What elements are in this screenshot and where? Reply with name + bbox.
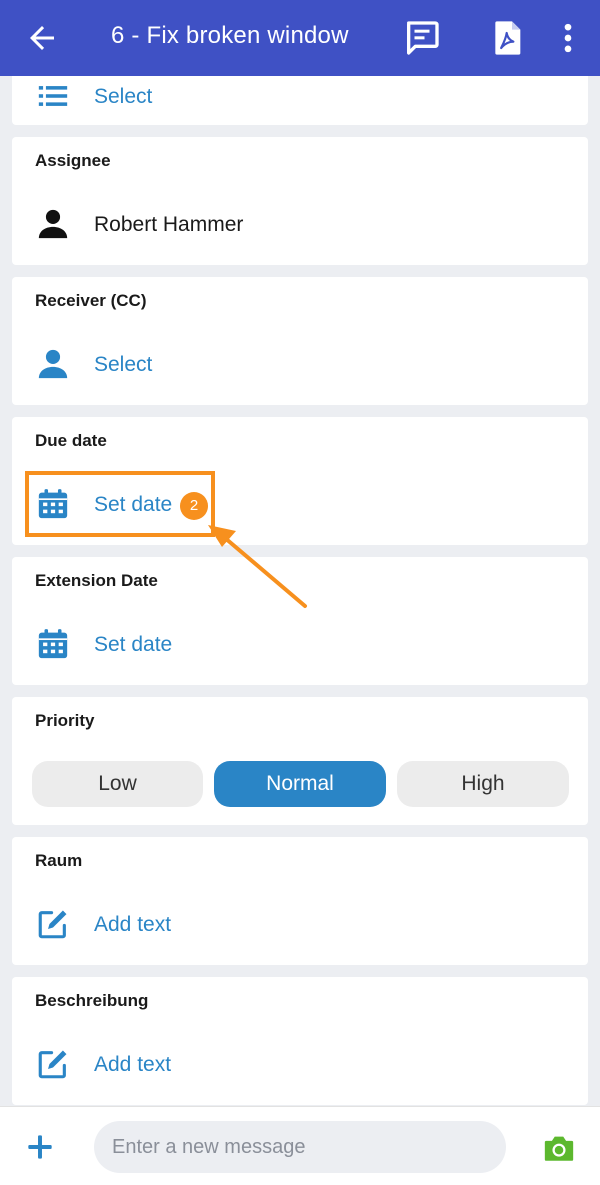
person-icon <box>38 349 68 379</box>
add-icon[interactable] <box>26 1133 54 1161</box>
camera-icon[interactable] <box>542 1131 576 1165</box>
list-icon <box>38 86 68 106</box>
priority-high-button[interactable]: High <box>397 761 569 807</box>
assignee-name[interactable]: Robert Hammer <box>94 213 243 237</box>
raum-card: Raum Add text <box>12 837 588 965</box>
extension-date-set-link[interactable]: Set date <box>94 633 172 657</box>
assignee-card: Assignee Robert Hammer <box>12 137 588 265</box>
receiver-select-link[interactable]: Select <box>94 353 152 377</box>
due-date-label: Due date <box>35 431 107 450</box>
back-arrow-icon[interactable] <box>24 20 60 56</box>
priority-normal-button[interactable]: Normal <box>214 761 386 807</box>
message-composer <box>0 1106 600 1185</box>
category-card: Select <box>12 76 588 125</box>
beschreibung-label: Beschreibung <box>35 991 149 1010</box>
chat-icon[interactable] <box>402 18 442 58</box>
beschreibung-card: Beschreibung Add text <box>12 977 588 1105</box>
beschreibung-add-text-link[interactable]: Add text <box>94 1053 171 1077</box>
raum-add-text-link[interactable]: Add text <box>94 913 171 937</box>
extension-date-label: Extension Date <box>35 571 158 590</box>
assignee-label: Assignee <box>35 151 111 170</box>
edit-icon <box>38 910 67 939</box>
receiver-card: Receiver (CC) Select <box>12 277 588 405</box>
edit-icon <box>38 1050 67 1079</box>
priority-low-button[interactable]: Low <box>32 761 203 807</box>
person-icon <box>38 209 68 239</box>
receiver-label: Receiver (CC) <box>35 291 147 310</box>
pdf-icon[interactable] <box>487 18 527 58</box>
extension-date-card: Extension Date Set date <box>12 557 588 685</box>
raum-label: Raum <box>35 851 83 870</box>
calendar-icon <box>38 629 68 659</box>
form-scroll-area[interactable]: Select Assignee Robert Hammer Receiver (… <box>0 76 600 1106</box>
priority-card: Priority Low Normal High <box>12 697 588 825</box>
more-vert-icon[interactable] <box>548 18 588 58</box>
app-bar: 6 - Fix broken window <box>0 0 600 76</box>
page-title: 6 - Fix broken window <box>111 22 349 49</box>
category-select-link[interactable]: Select <box>94 85 152 109</box>
message-input[interactable] <box>94 1121 506 1173</box>
step-badge: 2 <box>180 492 208 520</box>
priority-label: Priority <box>35 711 95 730</box>
